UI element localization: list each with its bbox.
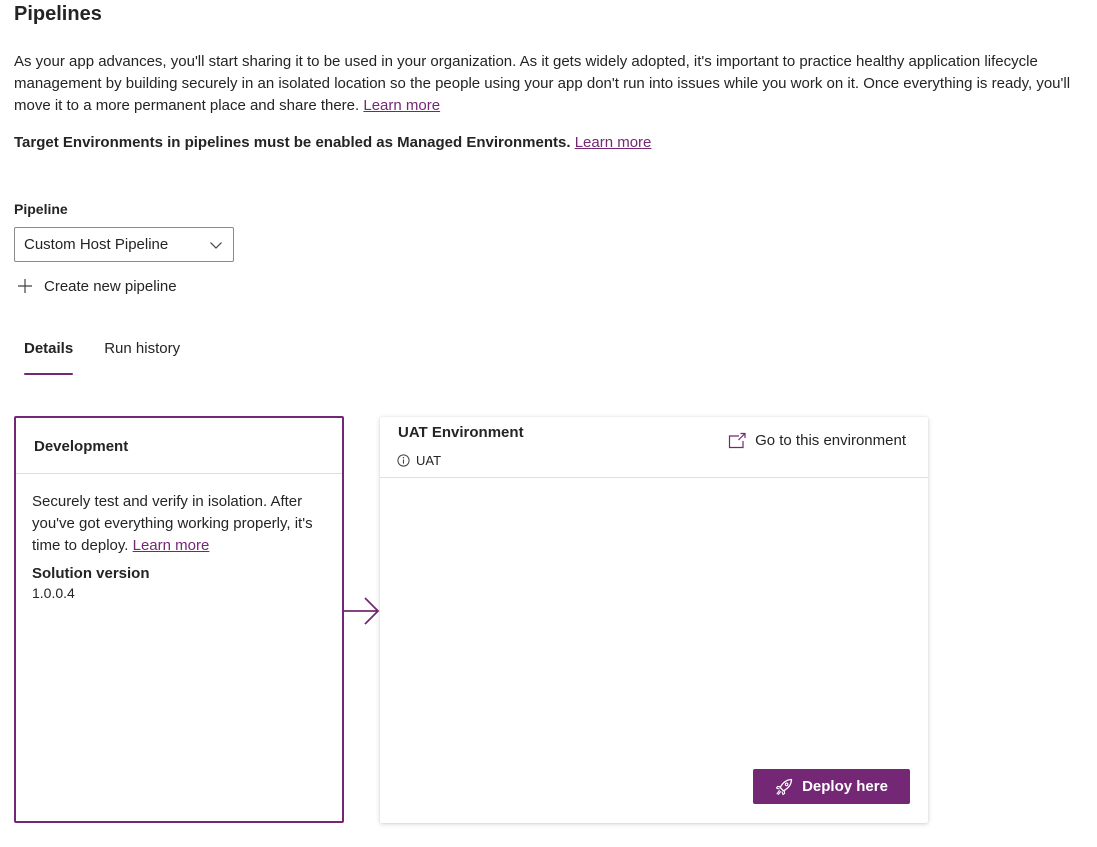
- uat-environment-type: UAT: [416, 453, 442, 468]
- intro-body: As your app advances, you'll start shari…: [14, 53, 1071, 114]
- tab-list: Details Run history: [24, 340, 180, 376]
- rocket-icon: [776, 778, 793, 795]
- uat-stage-card: UAT Environment UAT Go to this environme…: [380, 417, 928, 823]
- uat-stage-header: UAT Environment UAT Go to this environme…: [380, 417, 928, 478]
- intro-learn-more-link[interactable]: Learn more: [363, 97, 440, 114]
- pipeline-selected-value: Custom Host Pipeline: [24, 236, 169, 253]
- tab-details[interactable]: Details: [24, 340, 74, 376]
- development-stage-description: Securely test and verify in isolation. A…: [16, 474, 342, 557]
- managed-note-text: Target Environments in pipelines must be…: [14, 134, 571, 151]
- uat-stage-subtitle: UAT: [397, 453, 441, 468]
- add-icon: [18, 279, 32, 293]
- deploy-here-label: Deploy here: [802, 778, 888, 795]
- tab-run-history[interactable]: Run history: [104, 340, 180, 376]
- chevron-down-icon: [210, 242, 222, 249]
- open-external-icon: [728, 432, 746, 449]
- solution-version-value: 1.0.0.4: [32, 585, 75, 601]
- page-title: Pipelines: [14, 3, 102, 25]
- arrow-right-icon: [343, 597, 380, 625]
- deploy-here-button[interactable]: Deploy here: [753, 769, 910, 804]
- solution-version-label: Solution version: [32, 565, 150, 582]
- go-to-environment-label: Go to this environment: [755, 432, 906, 449]
- pipeline-label: Pipeline: [14, 201, 68, 217]
- intro-text: As your app advances, you'll start shari…: [14, 51, 1079, 117]
- pipeline-dropdown[interactable]: Custom Host Pipeline: [14, 227, 234, 262]
- development-stage-title: Development: [16, 418, 342, 474]
- managed-learn-more-link[interactable]: Learn more: [575, 134, 652, 151]
- development-stage-card: Development Securely test and verify in …: [14, 416, 344, 823]
- create-new-pipeline-button[interactable]: Create new pipeline: [17, 274, 177, 298]
- create-new-pipeline-label: Create new pipeline: [44, 277, 177, 295]
- managed-environments-note: Target Environments in pipelines must be…: [14, 132, 651, 154]
- development-learn-more-link[interactable]: Learn more: [133, 537, 210, 554]
- uat-stage-title: UAT Environment: [398, 424, 524, 441]
- info-icon: [397, 454, 410, 467]
- go-to-environment-link[interactable]: Go to this environment: [728, 432, 906, 449]
